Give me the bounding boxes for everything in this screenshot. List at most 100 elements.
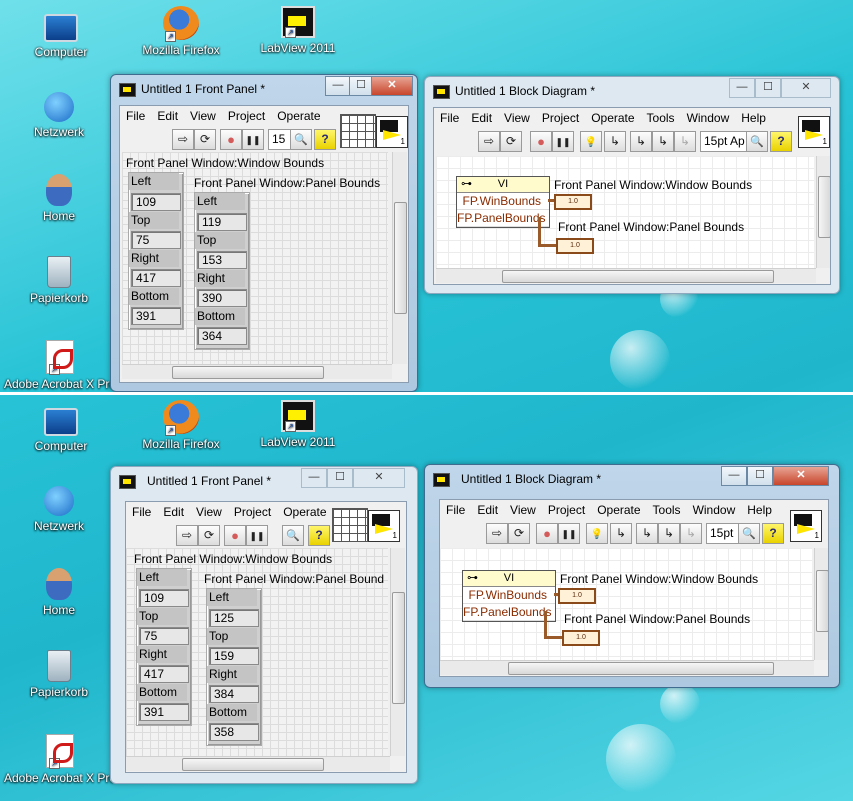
front-panel-canvas[interactable]: Front Panel Window:Window Bounds Left 10… — [122, 152, 388, 364]
maximize-button[interactable]: ☐ — [747, 466, 773, 486]
menu-window[interactable]: Window — [681, 108, 736, 125]
block-diagram-canvas[interactable]: ⊶ VI FP.WinBounds FP.PanelBounds 1.0 Fro… — [436, 156, 814, 268]
minimize-button[interactable]: — — [729, 78, 755, 98]
menu-project[interactable]: Project — [536, 108, 585, 125]
title-bar[interactable]: Untitled 1 Block Diagram * — ☐ ✕ — [425, 465, 839, 491]
front-panel-canvas[interactable]: Front Panel Window:Window Bounds Left 10… — [126, 548, 388, 756]
vi-icon[interactable]: 1 — [376, 116, 408, 148]
property-winbounds[interactable]: FP.WinBounds — [463, 587, 555, 604]
search-button[interactable] — [738, 523, 760, 544]
menu-window[interactable]: Window — [687, 500, 742, 517]
property-node[interactable]: ⊶ VI FP.WinBounds FP.PanelBounds — [462, 570, 556, 622]
minimize-button[interactable]: — — [325, 76, 351, 96]
close-button[interactable]: ✕ — [353, 468, 405, 488]
run-continuously-button[interactable] — [508, 523, 530, 544]
horizontal-scrollbar[interactable] — [122, 364, 392, 379]
font-selector[interactable]: 15pt — [706, 523, 741, 544]
panel-bounds-cluster[interactable]: Left 119 Top 153 Right 390 Bottom 364 — [194, 192, 250, 350]
scroll-thumb[interactable] — [508, 662, 774, 675]
desktop-icon-home[interactable]: Home — [4, 174, 114, 223]
window-bounds-top[interactable]: 75 — [131, 231, 181, 249]
search-button[interactable] — [746, 131, 768, 152]
step-out-button[interactable] — [680, 523, 702, 544]
abort-button[interactable] — [224, 525, 246, 546]
pause-button[interactable] — [552, 131, 574, 152]
panel-bounds-right[interactable]: 384 — [209, 685, 259, 703]
menu-tools[interactable]: Tools — [647, 500, 687, 517]
menu-operate[interactable]: Operate — [271, 106, 326, 123]
scroll-thumb[interactable] — [818, 176, 830, 238]
menu-file[interactable]: File — [126, 502, 157, 519]
pause-button[interactable] — [558, 523, 580, 544]
pause-button[interactable] — [246, 525, 268, 546]
panel-bounds-right[interactable]: 390 — [197, 289, 247, 307]
menu-operate[interactable]: Operate — [591, 500, 646, 517]
desktop-icon-network[interactable]: Netzwerk — [4, 486, 114, 533]
panel-bounds-left[interactable]: 125 — [209, 609, 259, 627]
menu-view[interactable]: View — [504, 500, 542, 517]
close-button[interactable]: ✕ — [781, 78, 831, 98]
menu-edit[interactable]: Edit — [465, 108, 498, 125]
menu-view[interactable]: View — [190, 502, 228, 519]
step-into-button[interactable] — [630, 131, 652, 152]
step-over-button[interactable] — [658, 523, 680, 544]
horizontal-scrollbar[interactable] — [126, 756, 390, 771]
desktop-icon-labview[interactable]: ↗ LabView 2011 — [243, 6, 353, 55]
minimize-button[interactable]: — — [721, 466, 747, 486]
property-panelbounds[interactable]: FP.PanelBounds — [457, 210, 549, 227]
vi-icon[interactable]: 1 — [790, 510, 822, 542]
menu-project[interactable]: Project — [222, 106, 271, 123]
window-bounds-cluster[interactable]: Left 109 Top 75 Right 417 Bottom 391 — [128, 172, 184, 330]
menu-file[interactable]: File — [440, 500, 471, 517]
window-bounds-left[interactable]: 109 — [131, 193, 181, 211]
title-bar[interactable]: Untitled 1 Front Panel * — ☐ ✕ — [111, 467, 417, 493]
run-button[interactable] — [176, 525, 198, 546]
run-button[interactable] — [172, 129, 194, 150]
title-bar[interactable]: Untitled 1 Front Panel * — ☐ ✕ — [111, 75, 417, 101]
scroll-thumb[interactable] — [816, 570, 828, 632]
horizontal-scrollbar[interactable] — [436, 268, 816, 283]
connector-pane[interactable] — [340, 114, 376, 148]
desktop-icon-recycle-bin[interactable]: Papierkorb — [4, 650, 114, 699]
panel-bounds-cluster[interactable]: Left 125 Top 159 Right 384 Bottom 358 — [206, 588, 262, 746]
panel-bounds-top[interactable]: 153 — [197, 251, 247, 269]
block-diagram-window[interactable]: Untitled 1 Block Diagram * — ☐ ✕ File Edi… — [424, 464, 840, 688]
scroll-thumb[interactable] — [392, 592, 405, 704]
panel-bounds-indicator[interactable]: 1.0 — [562, 630, 600, 646]
abort-button[interactable] — [530, 131, 552, 152]
window-bounds-top[interactable]: 75 — [139, 627, 189, 645]
help-button[interactable] — [770, 131, 792, 152]
step-out-button[interactable] — [674, 131, 696, 152]
menu-edit[interactable]: Edit — [151, 106, 184, 123]
front-panel-window[interactable]: Untitled 1 Front Panel * — ☐ ✕ File Edit V… — [110, 466, 418, 784]
desktop-icon-firefox[interactable]: ↗ Mozilla Firefox — [126, 6, 236, 57]
desktop-icon-computer[interactable]: Computer — [6, 8, 116, 59]
window-bounds-right[interactable]: 417 — [131, 269, 181, 287]
search-button[interactable] — [282, 525, 304, 546]
panel-bounds-top[interactable]: 159 — [209, 647, 259, 665]
highlight-execution-button[interactable] — [580, 131, 602, 152]
run-continuously-button[interactable] — [198, 525, 220, 546]
menu-edit[interactable]: Edit — [471, 500, 504, 517]
run-button[interactable] — [486, 523, 508, 544]
menu-tools[interactable]: Tools — [641, 108, 681, 125]
desktop-icon-labview[interactable]: ↗ LabView 2011 — [243, 400, 353, 449]
vertical-scrollbar[interactable] — [392, 152, 407, 364]
menu-view[interactable]: View — [498, 108, 536, 125]
block-diagram-window[interactable]: Untitled 1 Block Diagram * — ☐ ✕ File Edi… — [424, 76, 840, 294]
menu-edit[interactable]: Edit — [157, 502, 190, 519]
window-bounds-indicator[interactable]: 1.0 — [558, 588, 596, 604]
close-button[interactable]: ✕ — [773, 466, 829, 486]
retain-wire-values-button[interactable] — [610, 523, 632, 544]
property-node[interactable]: ⊶ VI FP.WinBounds FP.PanelBounds — [456, 176, 550, 228]
menu-operate[interactable]: Operate — [585, 108, 640, 125]
desktop-icon-firefox[interactable]: ↗ Mozilla Firefox — [126, 400, 236, 451]
panel-bounds-bottom[interactable]: 364 — [197, 327, 247, 345]
vertical-scrollbar[interactable] — [814, 548, 828, 660]
maximize-button[interactable]: ☐ — [755, 78, 781, 98]
close-button[interactable]: ✕ — [371, 76, 413, 96]
window-bounds-right[interactable]: 417 — [139, 665, 189, 683]
step-into-button[interactable] — [636, 523, 658, 544]
menu-file[interactable]: File — [120, 106, 151, 123]
maximize-button[interactable]: ☐ — [327, 468, 353, 488]
